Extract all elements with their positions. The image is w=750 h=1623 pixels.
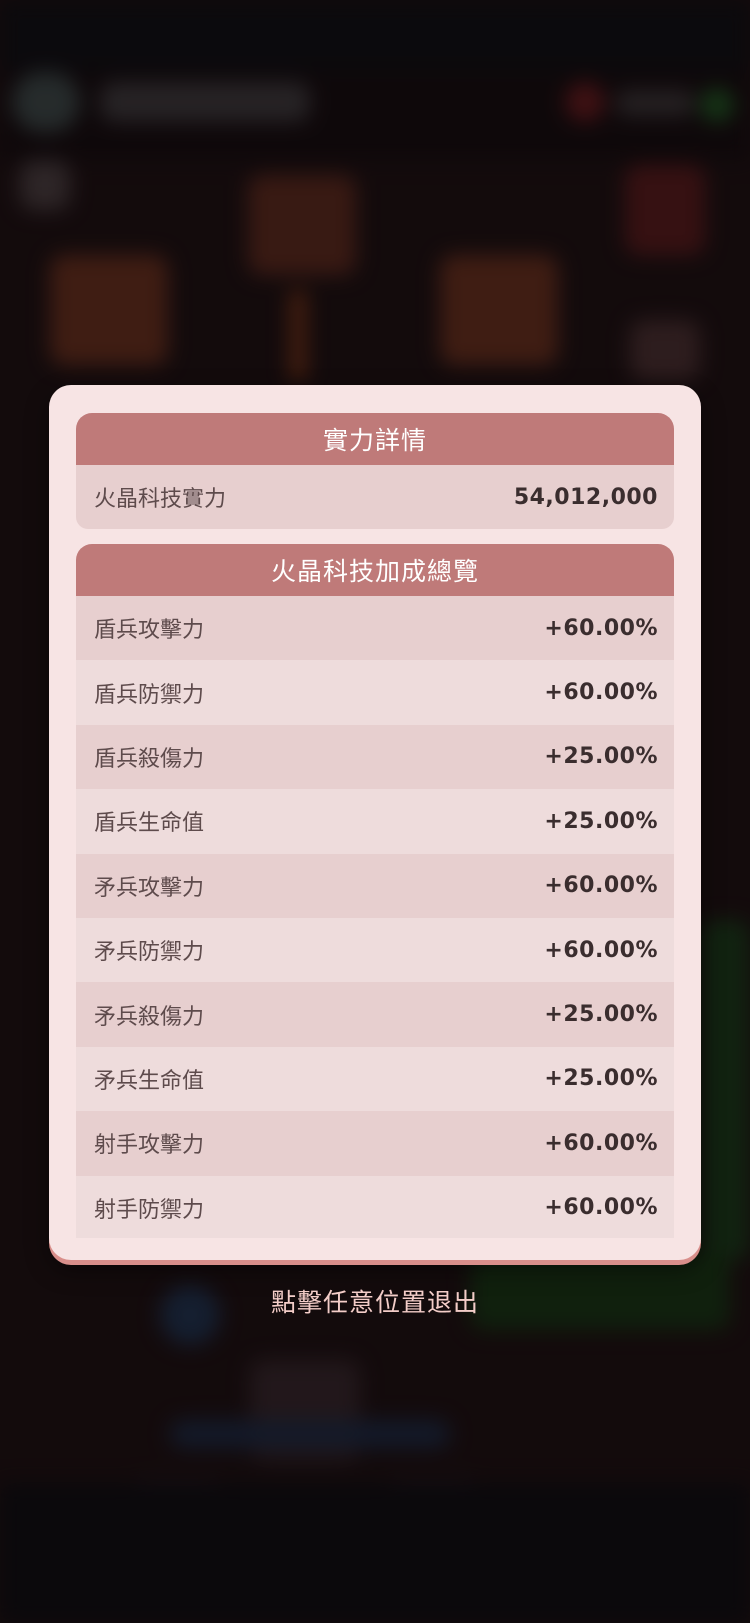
bonus-row: 射手攻擊力 +60.00% <box>76 1111 674 1176</box>
bonus-label: 射手攻擊力 <box>94 1133 205 1159</box>
power-section-title: 實力詳情 <box>76 413 674 465</box>
bonus-row: 矛兵防禦力 +60.00% <box>76 917 674 983</box>
power-row: 火晶科技實力 54,012,000 <box>76 465 674 529</box>
bonus-value: +25.00% <box>544 744 658 770</box>
bonus-label: 盾兵生命值 <box>94 811 205 837</box>
power-label: 火晶科技實力 <box>94 487 227 513</box>
bonus-value: +60.00% <box>544 680 658 706</box>
tap-anywhere-to-exit-hint[interactable]: 點擊任意位置退出 <box>0 1283 750 1319</box>
bonus-label: 盾兵攻擊力 <box>94 618 205 644</box>
bonus-row: 盾兵生命值 +25.00% <box>76 789 674 854</box>
bonus-label: 射手防禦力 <box>94 1197 205 1223</box>
bonus-label: 盾兵防禦力 <box>94 682 205 708</box>
bonus-label: 矛兵攻擊力 <box>94 875 205 901</box>
bonus-row: 盾兵殺傷力 +25.00% <box>76 724 674 790</box>
bonus-row: 盾兵防禦力 +60.00% <box>76 660 674 725</box>
bonus-section: 火晶科技加成總覽 盾兵攻擊力 +60.00% 盾兵防禦力 +60.00% 盾兵殺… <box>76 544 674 1238</box>
bonus-value: +25.00% <box>544 1066 658 1092</box>
bonus-label: 矛兵生命值 <box>94 1068 205 1094</box>
bonus-value: +25.00% <box>544 1002 658 1028</box>
bonus-row: 盾兵攻擊力 +60.00% <box>76 596 674 661</box>
bonus-label: 矛兵防禦力 <box>94 940 205 966</box>
bonus-label: 矛兵殺傷力 <box>94 1004 205 1030</box>
bonus-row: 矛兵殺傷力 +25.00% <box>76 982 674 1047</box>
bonus-row: 射手防禦力 +60.00% <box>76 1175 674 1238</box>
bonus-value: +60.00% <box>544 937 658 963</box>
bonus-row: 矛兵攻擊力 +60.00% <box>76 853 674 918</box>
power-value: 54,012,000 <box>513 484 658 510</box>
bonus-row: 矛兵生命值 +25.00% <box>76 1046 674 1112</box>
bonus-value: +60.00% <box>544 615 658 641</box>
bonus-section-title: 火晶科技加成總覽 <box>76 544 674 596</box>
bonus-label: 盾兵殺傷力 <box>94 746 205 772</box>
bonus-value: +60.00% <box>544 1130 658 1156</box>
power-detail-modal: 實力詳情 火晶科技實力 54,012,000 火晶科技加成總覽 盾兵攻擊力 +6… <box>49 385 701 1260</box>
bonus-value: +60.00% <box>544 1195 658 1221</box>
bonus-value: +25.00% <box>544 808 658 834</box>
power-section: 實力詳情 火晶科技實力 54,012,000 <box>76 413 674 529</box>
bonus-value: +60.00% <box>544 873 658 899</box>
